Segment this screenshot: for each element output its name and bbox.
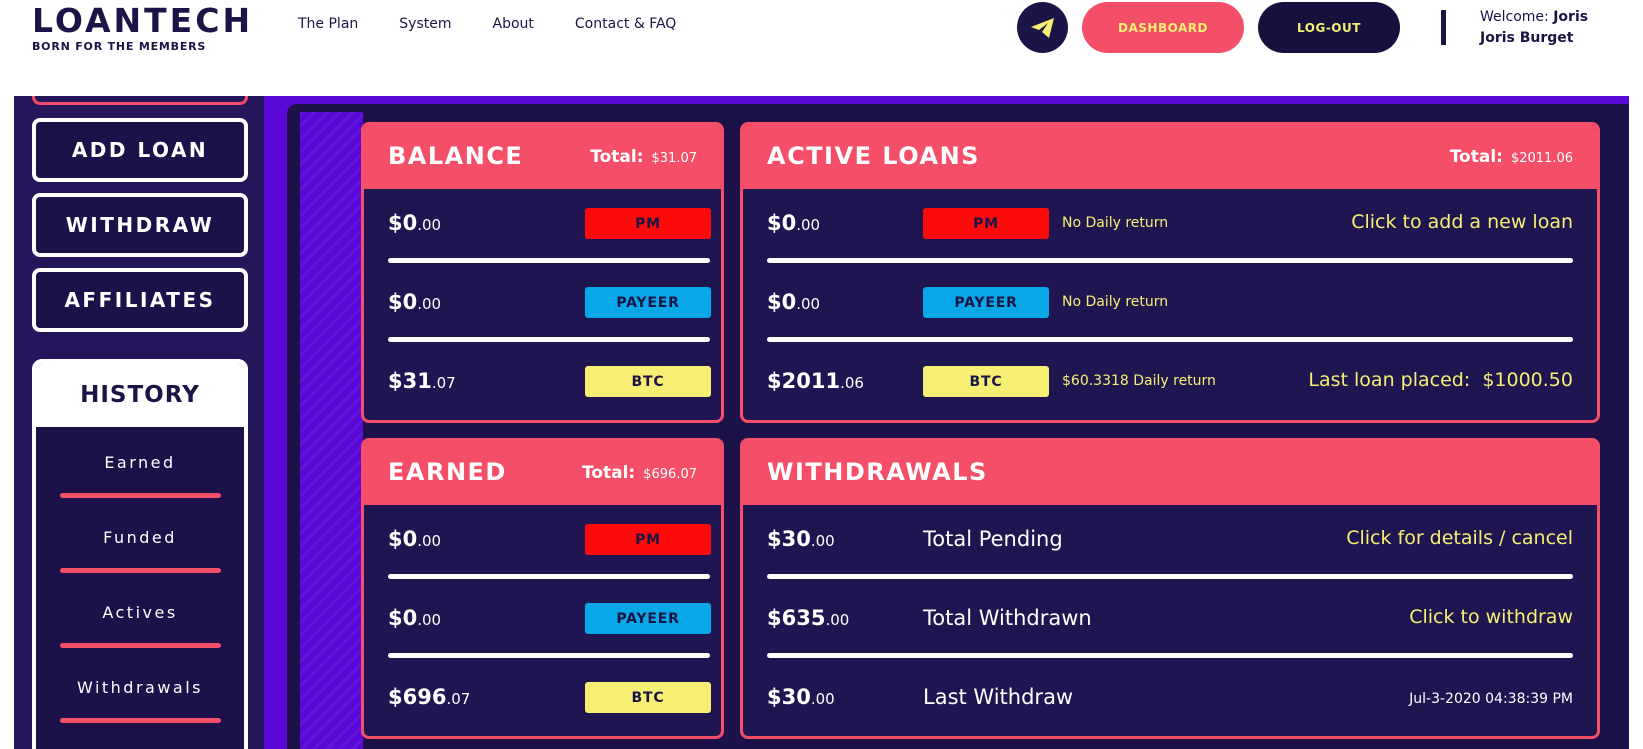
loan-pm-amount: $0.00 (767, 211, 821, 235)
row-divider (388, 574, 710, 579)
active-loans-title: ACTIVE LOANS (767, 142, 980, 170)
payeer-badge: PAYEER (585, 603, 711, 634)
history-divider (60, 493, 221, 498)
history-title: HISTORY (36, 363, 244, 427)
earned-pm-amount: $0.00 (388, 527, 442, 551)
btc-badge: BTC (923, 366, 1049, 397)
btc-badge: BTC (585, 366, 711, 397)
dashboard-button[interactable]: DASHBOARD (1082, 2, 1244, 53)
loan-btc-daily-return: $60.3318 Daily return (1062, 373, 1216, 389)
nav-system[interactable]: System (399, 16, 451, 32)
history-item-earned[interactable]: Earned (36, 453, 244, 472)
last-withdraw-amount: $30.00 (767, 685, 835, 709)
earned-card-header: EARNED Total: $696.07 (364, 441, 721, 505)
row-divider (767, 653, 1573, 658)
sidebar-partial-button[interactable] (32, 96, 248, 105)
balance-card-header: BALANCE Total: $31.07 (364, 125, 721, 189)
last-loan-placed: Last loan placed: $1000.50 (1308, 369, 1573, 391)
earned-total: Total: $696.07 (581, 463, 697, 483)
logo-text: LOANTECH (32, 1, 254, 40)
welcome-first-name: Joris (1553, 9, 1589, 25)
nav-contact-faq[interactable]: Contact & FAQ (575, 16, 676, 32)
loan-payeer-daily-return: No Daily return (1062, 294, 1169, 310)
welcome-full-name: Joris Burget (1480, 30, 1574, 46)
pending-label: Total Pending (923, 527, 1063, 551)
welcome-label: Welcome: (1480, 9, 1549, 25)
row-divider (767, 258, 1573, 263)
earned-payeer-amount: $0.00 (388, 606, 442, 630)
row-divider (388, 337, 710, 342)
loan-payeer-amount: $0.00 (767, 290, 821, 314)
withdrawals-card-header: WITHDRAWALS (743, 441, 1597, 505)
top-header: LOANTECH BORN FOR THE MEMBERS The Plan S… (0, 0, 1643, 96)
withdrawals-title: WITHDRAWALS (767, 458, 988, 486)
telegram-icon (1030, 17, 1054, 38)
nav-about[interactable]: About (493, 16, 534, 32)
row-divider (767, 337, 1573, 342)
pm-badge: PM (585, 524, 711, 555)
row-divider (388, 258, 710, 263)
decorative-strip (300, 112, 363, 749)
payeer-badge: PAYEER (585, 287, 711, 318)
row-divider (767, 574, 1573, 579)
welcome-block: Welcome: Joris Joris Burget (1480, 7, 1588, 49)
withdraw-link[interactable]: Click to withdraw (1409, 606, 1573, 628)
pm-badge: PM (585, 208, 711, 239)
logo[interactable]: LOANTECH BORN FOR THE MEMBERS (32, 1, 254, 54)
loan-pm-daily-return: No Daily return (1062, 215, 1169, 231)
pending-details-link[interactable]: Click for details / cancel (1346, 527, 1573, 549)
balance-payeer-amount: $0.00 (388, 290, 442, 314)
history-item-funded[interactable]: Funded (36, 528, 244, 547)
history-panel: HISTORY Earned Funded Actives Withdrawal… (32, 359, 248, 749)
history-item-withdrawals[interactable]: Withdrawals (36, 678, 244, 697)
header-divider (1441, 10, 1446, 45)
nav-the-plan[interactable]: The Plan (298, 16, 358, 32)
history-item-actives[interactable]: Actives (36, 603, 244, 622)
add-loan-button[interactable]: ADD LOAN (32, 118, 248, 182)
withdrawn-amount: $635.00 (767, 606, 850, 630)
balance-card: BALANCE Total: $31.07 $0.00 PM $0.00 PAYE… (361, 122, 724, 423)
history-divider (60, 718, 221, 723)
sidebar: ADD LOAN WITHDRAW AFFILIATES HISTORY Ear… (14, 96, 264, 749)
earned-btc-amount: $696.07 (388, 685, 471, 709)
withdrawals-card: WITHDRAWALS $30.00 Total Pending Click f… (740, 438, 1600, 739)
balance-pm-amount: $0.00 (388, 211, 442, 235)
logo-tagline: BORN FOR THE MEMBERS (32, 40, 207, 53)
pending-amount: $30.00 (767, 527, 835, 551)
active-loans-card-header: ACTIVE LOANS Total: $2011.06 (743, 125, 1597, 189)
withdraw-button[interactable]: WITHDRAW (32, 193, 248, 257)
payeer-badge: PAYEER (923, 287, 1049, 318)
last-withdraw-date: Jul-3-2020 04:38:39 PM (1409, 691, 1573, 707)
telegram-button[interactable] (1017, 2, 1068, 53)
earned-card: EARNED Total: $696.07 $0.00 PM $0.00 PAYE… (361, 438, 724, 739)
active-loans-total: Total: $2011.06 (1449, 147, 1573, 167)
history-divider (60, 568, 221, 573)
withdrawn-label: Total Withdrawn (923, 606, 1092, 630)
btc-badge: BTC (585, 682, 711, 713)
logout-button[interactable]: LOG-OUT (1258, 2, 1400, 53)
main-nav: The Plan System About Contact & FAQ (298, 16, 717, 32)
balance-btc-amount: $31.07 (388, 369, 456, 393)
add-new-loan-link[interactable]: Click to add a new loan (1351, 211, 1573, 233)
balance-title: BALANCE (388, 142, 524, 170)
history-divider (60, 643, 221, 648)
active-loans-card: ACTIVE LOANS Total: $2011.06 $0.00 PM No … (740, 122, 1600, 423)
pm-badge: PM (923, 208, 1049, 239)
earned-title: EARNED (388, 458, 507, 486)
app-area: ADD LOAN WITHDRAW AFFILIATES HISTORY Ear… (14, 96, 1629, 749)
last-withdraw-label: Last Withdraw (923, 685, 1074, 709)
affiliates-button[interactable]: AFFILIATES (32, 268, 248, 332)
row-divider (388, 653, 710, 658)
balance-total: Total: $31.07 (590, 147, 697, 167)
loan-btc-amount: $2011.06 (767, 369, 864, 393)
